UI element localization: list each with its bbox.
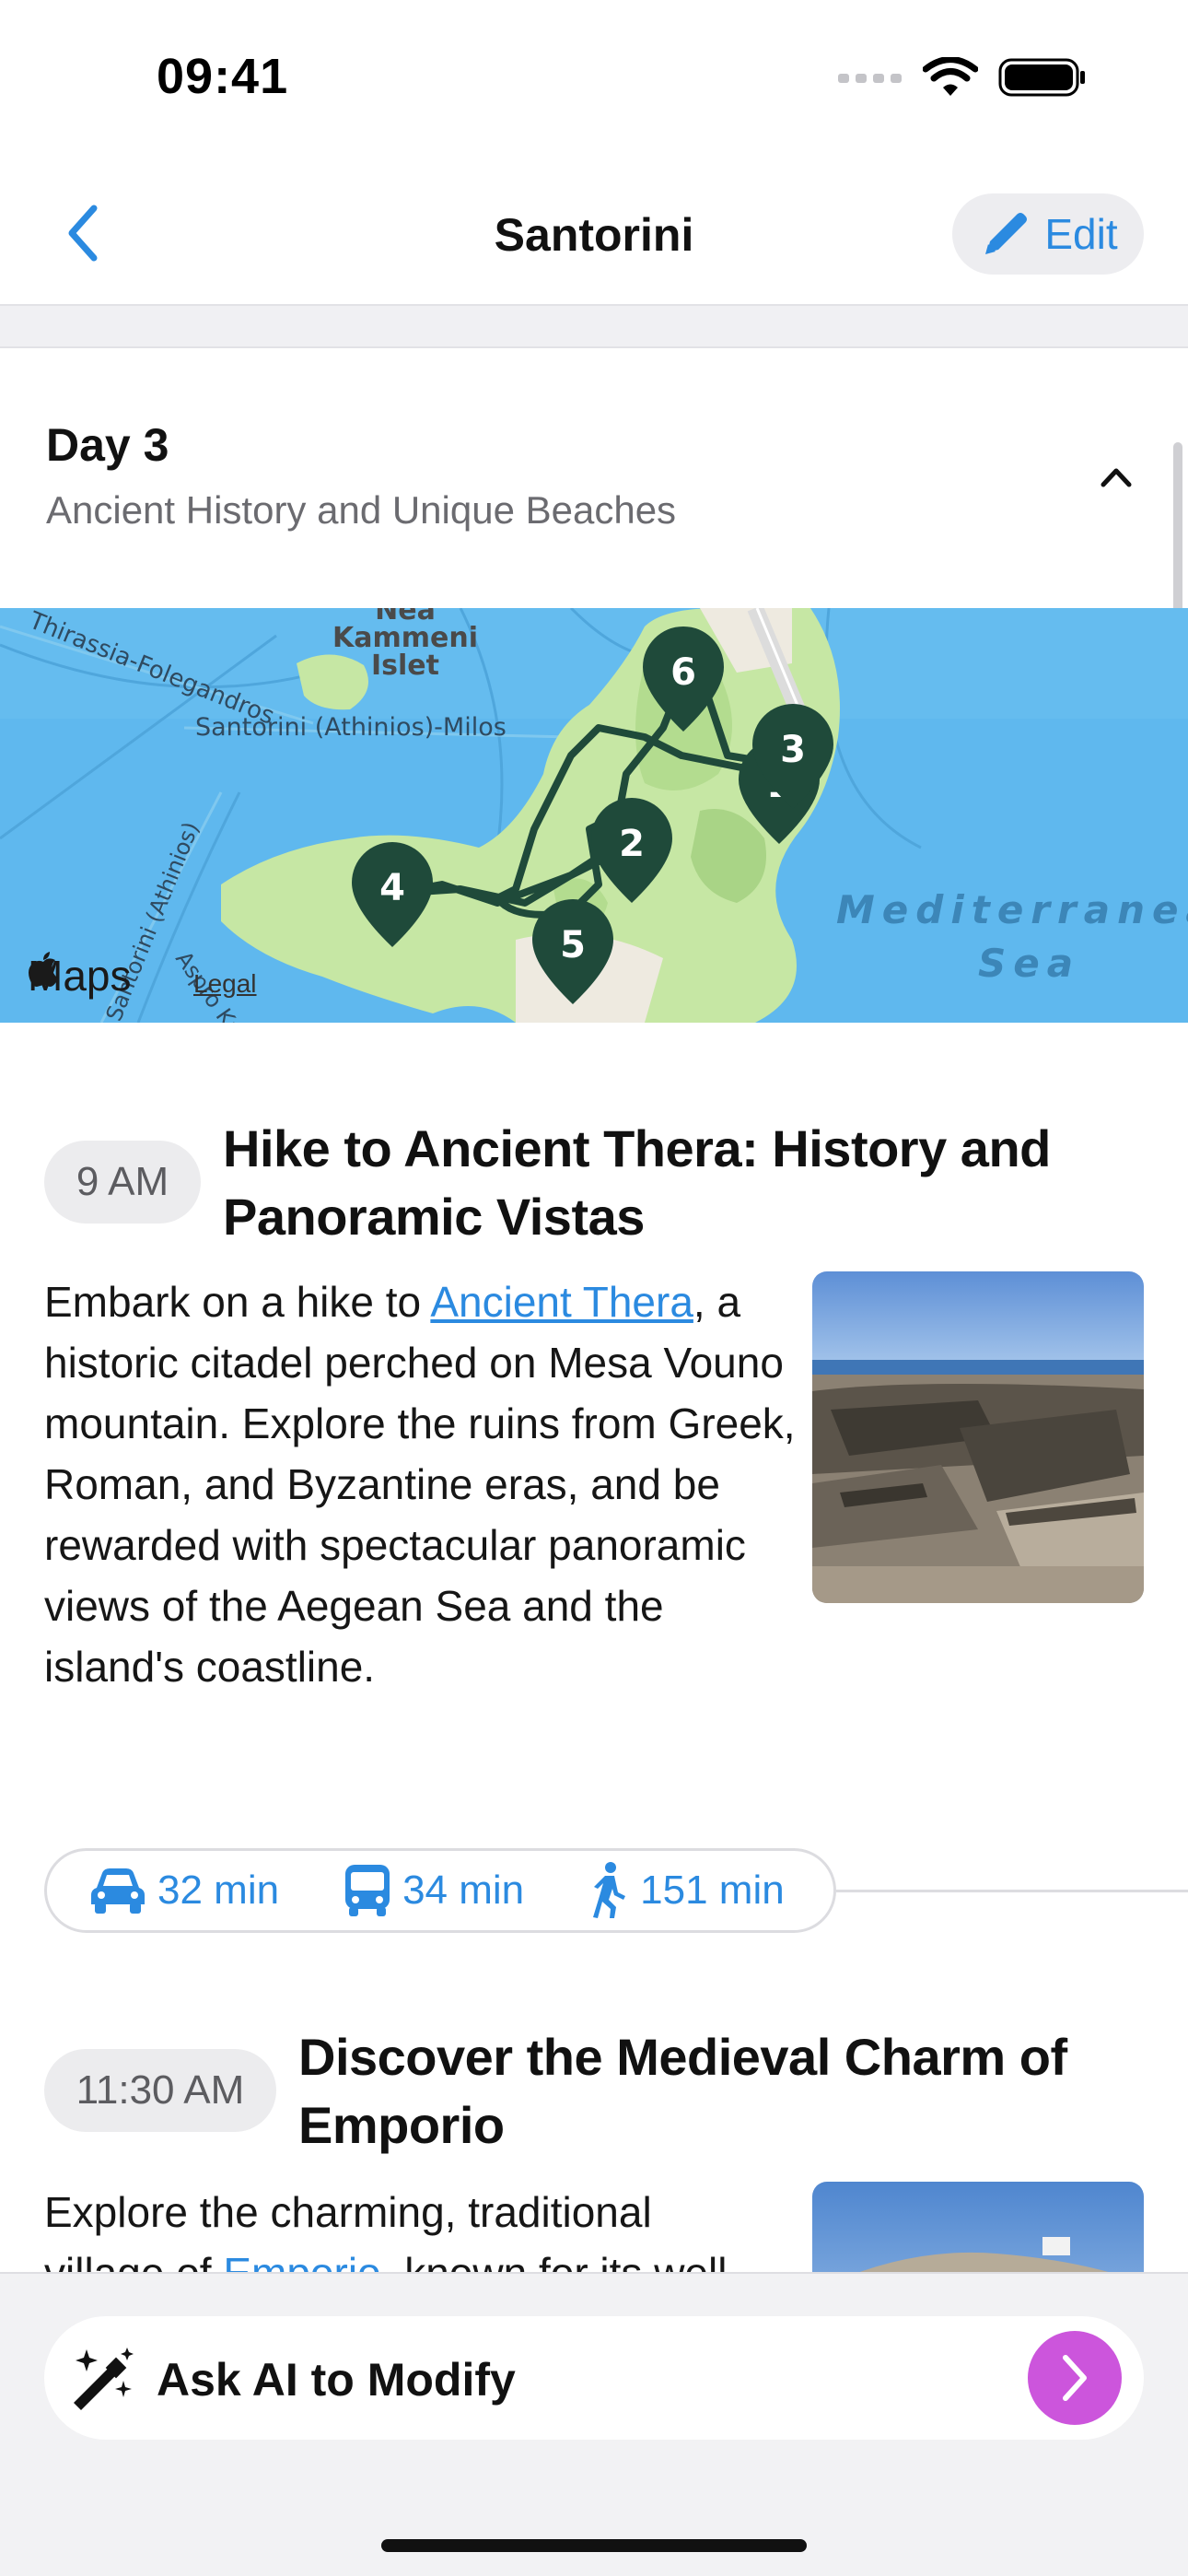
apple-logo-icon [29,952,58,987]
chevron-up-icon [1101,468,1132,487]
pencil-icon [985,213,1028,254]
ask-ai-label: Ask AI to Modify [157,2354,516,2406]
travel-car-option[interactable]: 32 min [89,1866,279,1915]
ancient-thera-link[interactable]: Ancient Thera [430,1278,693,1326]
car-icon [91,1868,145,1914]
map-label-sea-2: Sea [978,941,1080,986]
activity-card[interactable]: 9 AM Hike to Ancient Thera: History and … [0,1023,1188,1852]
collapse-button[interactable] [1089,450,1144,505]
activity-title-line: Discover the Medieval Charm of [298,2028,1067,2086]
navigation-bar: Santorini Edit [0,157,1188,304]
magic-wand-icon [74,2348,134,2410]
battery-icon [998,58,1085,97]
travel-options: 32 min 34 min 151 min [44,1848,836,1933]
wifi-icon [923,57,978,96]
bus-duration: 34 min [402,1868,525,1913]
cellular-signal-icon [838,74,902,83]
walk-duration: 151 min [640,1868,785,1913]
day-subtitle: Ancient History and Unique Beaches [46,488,677,532]
svg-text:6: 6 [670,651,696,694]
ask-ai-input[interactable]: Ask AI to Modify [44,2316,1144,2440]
chevron-right-icon [1063,2355,1087,2401]
activity-time: 11:30 AM [44,2049,276,2132]
edit-button[interactable]: Edit [952,193,1144,275]
svg-text:2: 2 [619,823,645,865]
legal-link[interactable]: Legal [193,969,257,999]
ai-submit-button[interactable] [1028,2331,1122,2425]
svg-text:4: 4 [379,867,405,909]
activity-title-line: Panoramic Vistas [223,1188,645,1246]
day-header[interactable]: Day 3 Ancient History and Unique Beaches [0,348,1188,608]
map-canvas: Nea Kammeni Islet Santorini (Athinios)-M… [0,608,1188,1023]
travel-walk-option[interactable]: 151 min [588,1861,785,1920]
activity-title-line: Emporio [298,2096,505,2154]
activity-title: Hike to Ancient Thera: History and Panor… [223,1115,1153,1251]
ruins-photo [812,1271,1144,1603]
timeline-connector [836,1890,1188,1892]
activity-photo[interactable] [812,1271,1144,1603]
walking-icon [593,1862,626,1918]
bus-icon [345,1865,390,1916]
day-title: Day 3 [46,419,169,471]
car-duration: 32 min [157,1868,280,1913]
activity-time: 9 AM [44,1141,201,1224]
status-time: 09:41 [157,49,289,104]
route-map[interactable]: Nea Kammeni Islet Santorini (Athinios)-M… [0,608,1188,1023]
status-bar: 09:41 [0,0,1188,157]
description-text: , a historic citadel perched on Mesa Vou… [44,1278,796,1691]
activity-description: Embark on a hike to Ancient Thera, a his… [44,1271,799,1697]
activity-title-line: Hike to Ancient Thera: History and [223,1119,1051,1177]
svg-text:5: 5 [560,924,586,966]
travel-bus-option[interactable]: 34 min [344,1863,524,1918]
home-indicator [381,2539,807,2552]
svg-text:3: 3 [780,729,806,771]
activity-title: Discover the Medieval Charm of Emporio [298,2023,1164,2160]
map-label-sea-1: Mediterranean [836,887,1188,932]
description-text: Embark on a hike to [44,1278,431,1326]
edit-label: Edit [1044,210,1118,258]
nav-separator [0,304,1188,348]
status-icons [838,57,1087,98]
activity-card[interactable]: 11:30 AM Discover the Medieval Charm of … [0,1999,1188,2513]
map-label-islet: Islet [371,650,439,682]
description-line: Explore the charming, traditional [44,2188,652,2236]
bottom-bar: Ask AI to Modify [0,2272,1188,2576]
maps-attribution: Maps [28,951,131,1001]
